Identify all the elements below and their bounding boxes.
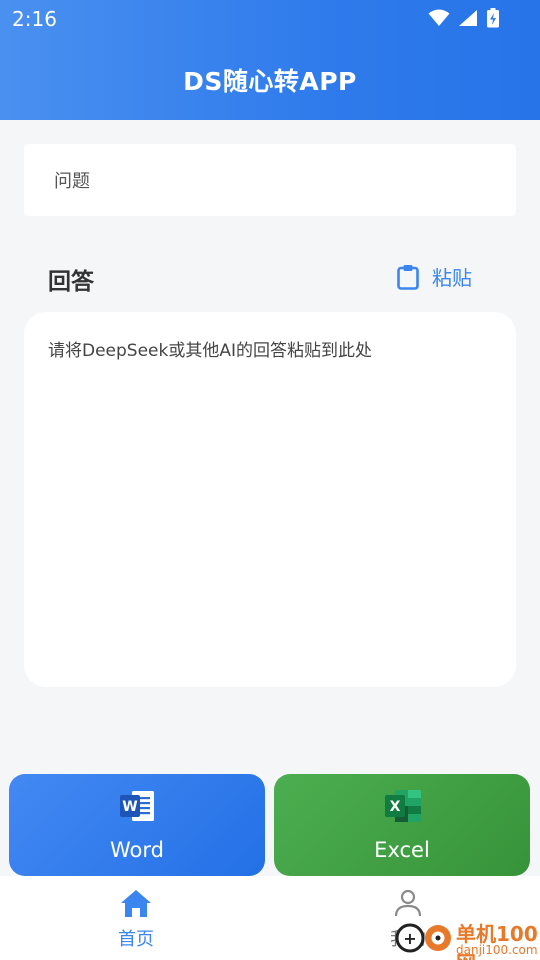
status-bar: 2:16 xyxy=(0,0,540,36)
home-icon xyxy=(121,890,151,917)
status-icons xyxy=(428,8,500,28)
excel-export-button[interactable]: X Excel xyxy=(274,774,530,876)
app-title: DS随心转APP xyxy=(183,67,357,96)
nav-home-label: 首页 xyxy=(118,929,154,950)
person-icon xyxy=(394,889,422,917)
status-time: 2:16 xyxy=(12,7,57,31)
excel-label: Excel xyxy=(374,838,430,862)
battery-icon xyxy=(487,8,499,28)
watermark-url: danji100.com xyxy=(456,943,538,957)
word-icon: W xyxy=(120,791,154,821)
paste-label: 粘贴 xyxy=(432,266,472,290)
answer-textarea[interactable] xyxy=(48,338,494,658)
answer-card xyxy=(24,312,516,687)
word-export-button[interactable]: W Word xyxy=(9,774,265,876)
question-card xyxy=(24,144,516,216)
clipboard-icon xyxy=(397,264,419,290)
svg-text:+: + xyxy=(403,929,416,948)
wifi-icon xyxy=(428,9,450,26)
nav-item-home[interactable]: 首页 xyxy=(96,888,176,954)
svg-text:W: W xyxy=(122,799,137,815)
watermark-logo-icon: + xyxy=(395,923,451,953)
answer-label: 回答 xyxy=(48,269,94,295)
watermark: + 单机100网 danji100.com xyxy=(394,916,540,960)
excel-icon: X xyxy=(385,790,421,822)
word-label: Word xyxy=(110,838,164,862)
app-header: 2:16 DS随心转APP xyxy=(0,0,540,120)
paste-button[interactable]: 粘贴 xyxy=(396,262,472,291)
svg-text:X: X xyxy=(390,799,401,815)
signal-icon xyxy=(459,10,477,26)
question-input[interactable] xyxy=(54,168,484,194)
